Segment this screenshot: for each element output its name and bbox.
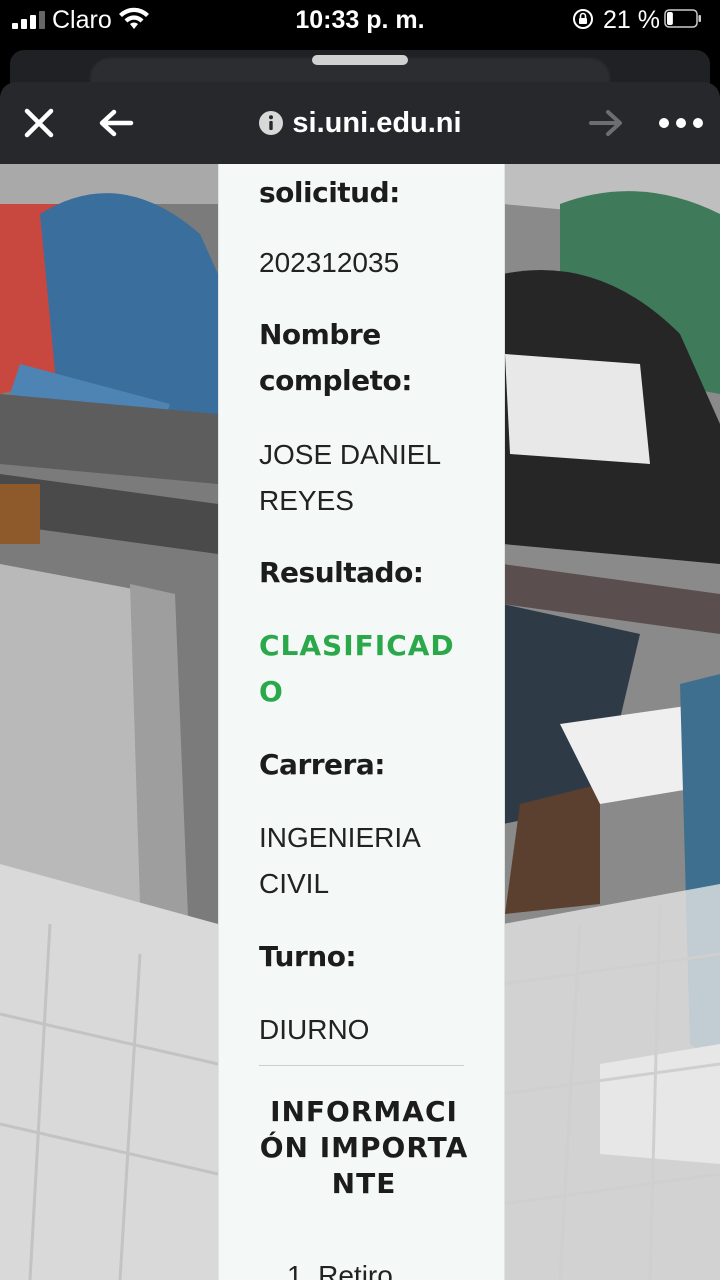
browser-toolbar: si.uni.edu.ni — [0, 82, 720, 164]
name-label: Nombre completo: — [259, 318, 412, 397]
forward-arrow-icon — [589, 110, 622, 136]
shift-value: DIURNO — [259, 1014, 370, 1045]
orientation-lock-icon — [573, 9, 593, 29]
sheet-grabber[interactable] — [312, 55, 408, 65]
result-status: CLASIFICADO — [259, 629, 455, 708]
close-button[interactable] — [14, 82, 64, 164]
divider — [259, 1065, 464, 1066]
address-bar[interactable]: si.uni.edu.ni — [258, 106, 462, 140]
more-icon — [659, 118, 703, 128]
web-page[interactable]: solicitud: 202312035 Nombre completo: JO… — [0, 164, 720, 1280]
battery-percent: 21 % — [603, 6, 660, 34]
back-arrow-icon — [99, 109, 134, 137]
solicitud-value: 202312035 — [259, 247, 400, 278]
battery-icon — [664, 9, 701, 28]
solicitud-label: solicitud: — [259, 176, 400, 209]
back-button[interactable] — [92, 82, 140, 164]
close-icon — [24, 108, 54, 138]
career-label: Carrera: — [259, 748, 385, 781]
forward-button[interactable] — [582, 82, 630, 164]
status-bar: Claro 10:33 p. m. 21 % — [0, 0, 720, 40]
more-button[interactable] — [652, 82, 710, 164]
screen: Claro 10:33 p. m. 21 % si.uni.edu.ni sol… — [0, 0, 720, 1280]
result-card: solicitud: 202312035 Nombre completo: JO… — [218, 164, 505, 1280]
info-list-item: 1. Retiro — [287, 1260, 393, 1280]
shift-label: Turno: — [259, 940, 357, 973]
url-text: si.uni.edu.ni — [292, 106, 462, 139]
info-icon[interactable] — [258, 110, 284, 136]
name-value: JOSE DANIEL REYES — [259, 439, 441, 516]
career-value: INGENIERIA CIVIL — [259, 822, 420, 899]
info-heading: INFORMACIÓN IMPORTANTE — [259, 1095, 469, 1200]
result-label: Resultado: — [259, 556, 424, 589]
